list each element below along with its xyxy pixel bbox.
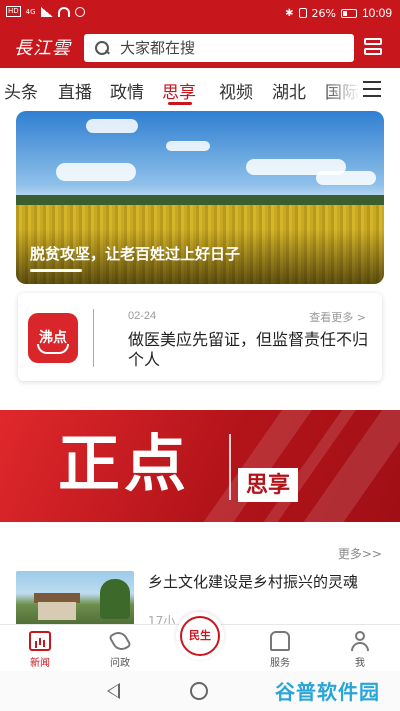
network-label: 4G	[25, 7, 36, 16]
battery-icon	[340, 8, 357, 18]
banner-tag: 思享	[238, 468, 299, 502]
search-bar[interactable]	[84, 34, 354, 62]
phone-icon	[108, 628, 132, 654]
tab-hubei[interactable]: 湖北	[272, 78, 306, 103]
news-headline[interactable]: 做医美应先留证，但监督责任不归个人	[128, 330, 373, 370]
service-icon	[270, 631, 290, 651]
news-flash-card[interactable]: 沸点 02-24 查看更多 > 做医美应先留证，但监督责任不归个人	[18, 293, 382, 381]
nav-center-button[interactable]: 民生	[176, 612, 224, 660]
nav-news[interactable]: 新闻	[10, 631, 70, 669]
signal-icon	[40, 6, 53, 17]
nav-me[interactable]: 我	[330, 631, 390, 669]
news-date: 02-24	[128, 310, 157, 322]
back-icon[interactable]	[107, 683, 120, 699]
active-tab-indicator	[168, 102, 192, 105]
layout-toggle-icon[interactable]	[364, 38, 384, 58]
home-icon[interactable]	[190, 682, 208, 700]
tab-live[interactable]: 直播	[58, 78, 92, 103]
search-icon	[94, 40, 110, 56]
clock-time: 10:09	[361, 6, 392, 20]
carousel-indicator	[30, 269, 82, 272]
tab-video[interactable]: 视频	[219, 78, 253, 103]
boiling-point-logo: 沸点	[28, 313, 78, 363]
hero-carousel[interactable]: 脱贫攻坚，让老百姓过上好日子	[16, 111, 384, 284]
hero-title: 脱贫攻坚，让老百姓过上好日子	[30, 245, 241, 263]
search-input[interactable]	[120, 39, 340, 57]
battery-percent: 26%	[311, 6, 336, 20]
alarm-icon	[74, 6, 85, 17]
divider	[93, 309, 94, 367]
article-title: 乡土文化建设是乡村振兴的灵魂	[148, 573, 359, 591]
app-logo[interactable]: 長江雲	[14, 34, 71, 60]
minsheng-logo: 民生	[180, 616, 220, 656]
hd-icon: HD	[6, 6, 21, 17]
nav-service[interactable]: 服务	[250, 631, 310, 669]
tab-headlines[interactable]: 头条	[4, 78, 38, 103]
zhengdian-banner[interactable]: 正点 思享	[0, 410, 400, 522]
channel-tabs: 头条 直播 政情 思享 视频 湖北 国际	[0, 68, 400, 108]
status-bar: HD 4G ✱ 26% 10:09	[0, 0, 400, 28]
banner-title: 正点	[58, 427, 191, 500]
watermark: 谷普软件园	[275, 680, 380, 704]
channel-menu-icon[interactable]	[363, 81, 381, 97]
nav-inquiry[interactable]: 问政	[90, 628, 150, 669]
user-icon	[349, 631, 371, 651]
tab-politics[interactable]: 政情	[110, 78, 144, 103]
tab-thoughts[interactable]: 思享	[162, 78, 196, 103]
article-thumbnail	[16, 571, 134, 627]
bluetooth-icon: ✱	[285, 7, 294, 19]
wifi-icon	[57, 6, 70, 17]
news-chart-icon	[29, 631, 51, 651]
vibrate-icon	[298, 8, 307, 18]
view-more-link[interactable]: 查看更多 >	[309, 309, 366, 325]
more-link[interactable]: 更多>>	[338, 545, 382, 562]
